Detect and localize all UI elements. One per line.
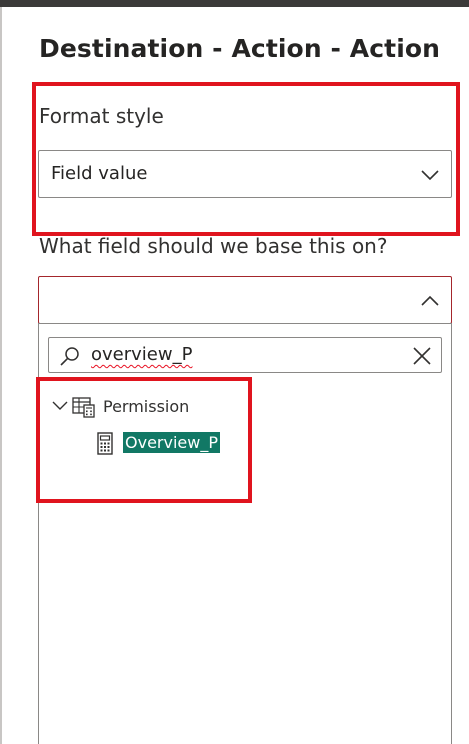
tree-item-field[interactable]: Overview_P <box>95 431 295 457</box>
base-field-dropdown[interactable] <box>38 276 452 324</box>
chevron-up-icon <box>419 290 441 316</box>
format-style-value: Field value <box>51 163 148 184</box>
field-search-box[interactable]: overview_P <box>48 337 442 373</box>
field-name-selected[interactable]: Overview_P <box>123 432 220 453</box>
calculator-icon <box>95 432 115 460</box>
table-name: Permission <box>103 397 190 416</box>
format-style-label: Format style <box>39 104 164 128</box>
base-field-label: What field should we base this on? <box>39 234 388 258</box>
search-icon <box>59 346 81 372</box>
pane-divider <box>0 7 2 744</box>
field-picker-panel: overview_P Permission Overview_P <box>38 323 452 744</box>
window-top-bar <box>0 0 469 7</box>
search-input[interactable]: overview_P <box>91 344 192 365</box>
tree-item-table[interactable]: Permission <box>51 395 251 419</box>
chevron-down-icon[interactable] <box>51 397 69 419</box>
page-title: Destination - Action - Action <box>39 34 441 63</box>
clear-search-icon[interactable] <box>412 346 432 370</box>
chevron-down-icon <box>419 164 441 190</box>
table-icon <box>71 395 97 423</box>
format-style-dropdown[interactable]: Field value <box>38 150 452 198</box>
